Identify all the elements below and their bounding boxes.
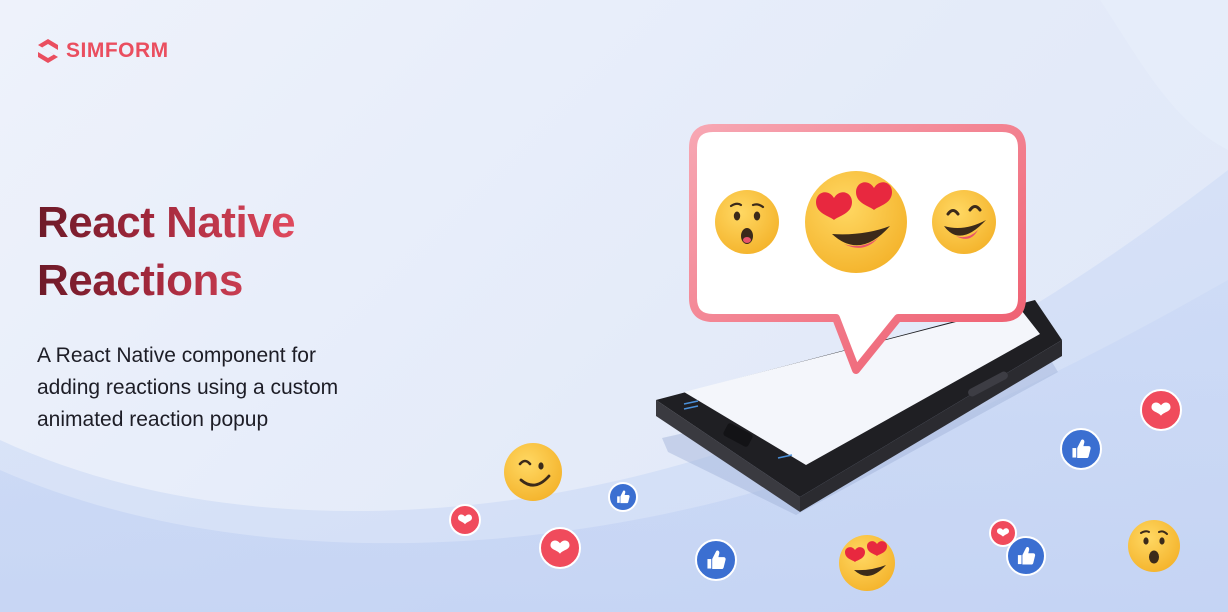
- like-icon[interactable]: [695, 539, 737, 581]
- heart-eyes-emoji-icon[interactable]: [839, 535, 895, 591]
- banner: SIMFORM React Native Reactions A React N…: [0, 0, 1228, 612]
- like-icon[interactable]: [608, 482, 638, 512]
- heart-eyes-emoji-icon[interactable]: [805, 171, 907, 273]
- smile-emoji-icon[interactable]: [504, 443, 562, 501]
- illustration: [449, 124, 1182, 591]
- heart-icon[interactable]: [449, 504, 481, 536]
- heart-icon[interactable]: [1140, 389, 1182, 431]
- like-icon[interactable]: [1060, 428, 1102, 470]
- like-icon[interactable]: [1006, 536, 1046, 576]
- laughing-emoji-icon[interactable]: [932, 190, 996, 254]
- surprised-emoji-icon[interactable]: [715, 190, 779, 254]
- surprised-emoji-icon[interactable]: [1128, 520, 1180, 572]
- heart-icon[interactable]: [539, 527, 581, 569]
